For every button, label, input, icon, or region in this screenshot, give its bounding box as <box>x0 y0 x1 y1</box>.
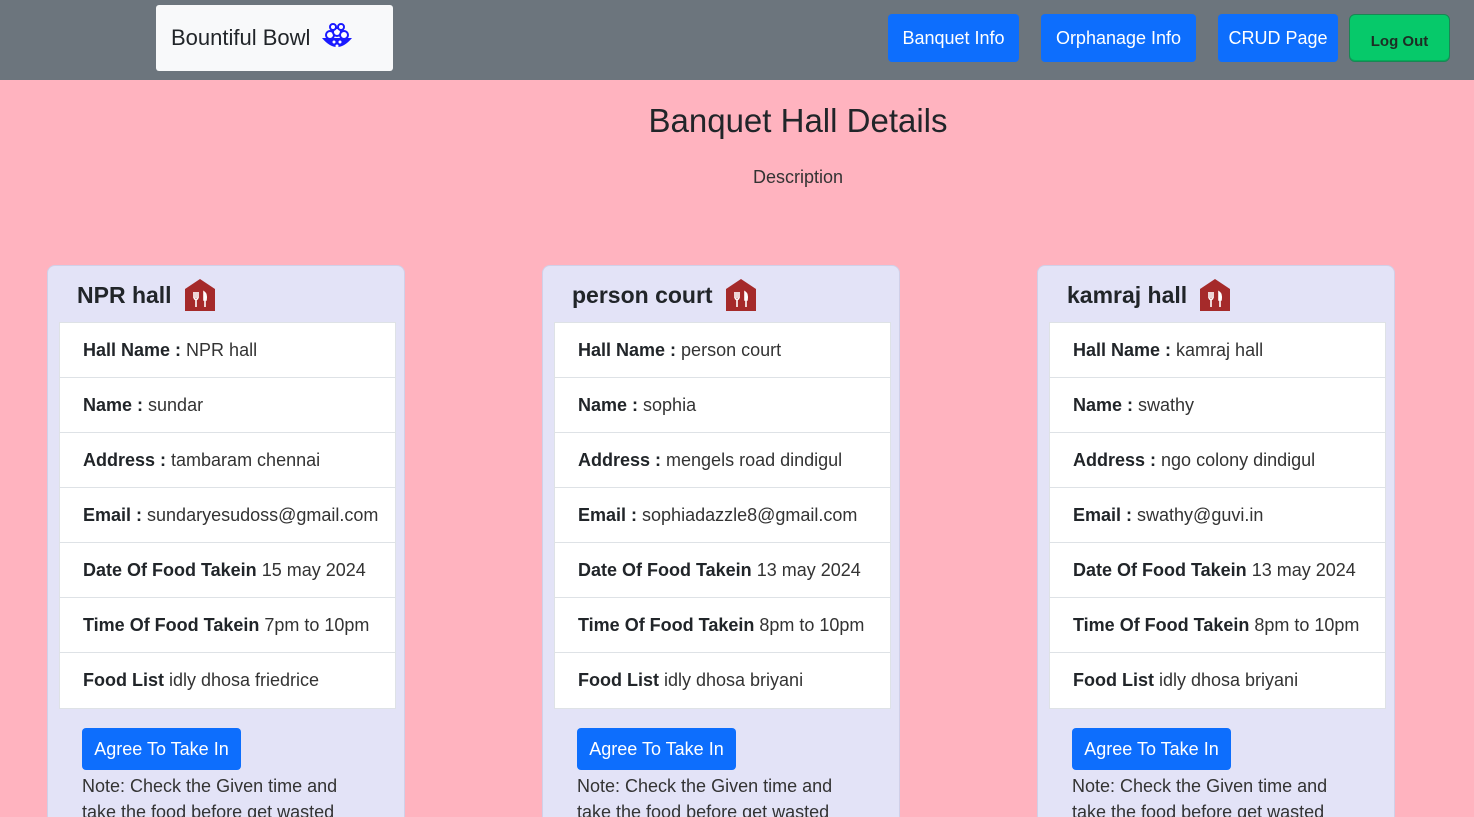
food-list-label: Food List <box>1073 670 1154 690</box>
list-item-food-list: Food List idly dhosa briyani <box>555 653 890 708</box>
banquet-hall-icon <box>184 278 216 312</box>
banquet-info-button[interactable]: Banquet Info <box>888 14 1019 62</box>
food-list-value: idly dhosa friedrice <box>168 670 320 690</box>
list-item-email: Email : sundaryesudoss@gmail.com <box>60 488 395 543</box>
email-label: Email : <box>83 504 143 525</box>
list-item-time: Time Of Food Takein 7pm to 10pm <box>60 598 395 653</box>
time-value: 8pm to 10pm <box>1254 614 1360 635</box>
date-value: 13 may 2024 <box>756 559 861 580</box>
list-item-name: Name : sundar <box>60 378 395 433</box>
address-label: Address : <box>1073 449 1157 470</box>
note-text: Note: Check the Given time and take the … <box>82 776 338 817</box>
bowl-icon <box>320 22 354 54</box>
time-value: 7pm to 10pm <box>264 614 370 635</box>
agree-to-take-in-button[interactable]: Agree To Take In <box>577 728 736 770</box>
list-item-time: Time Of Food Takein 8pm to 10pm <box>555 598 890 653</box>
name-value: swathy <box>1138 394 1195 415</box>
list-item-food-list: Food List idly dhosa friedrice <box>60 653 395 708</box>
list-item-address: Address : tambaram chennai <box>60 433 395 488</box>
list-item-address: Address : mengels road dindigul <box>555 433 890 488</box>
list-item-time: Time Of Food Takein 8pm to 10pm <box>1050 598 1385 653</box>
brand-link[interactable]: Bountiful Bowl <box>156 5 393 71</box>
date-value: 15 may 2024 <box>261 559 366 580</box>
note-text: Note: Check the Given time and take the … <box>1072 776 1328 817</box>
banquet-hall-icon <box>725 278 757 312</box>
card-header: NPR hall <box>77 276 216 314</box>
navbar: Bountiful Bowl Banquet Info Orphanage In… <box>0 0 1474 80</box>
list-item-name: Name : swathy <box>1050 378 1385 433</box>
time-value: 8pm to 10pm <box>759 614 865 635</box>
email-value: sundaryesudoss@gmail.com <box>147 504 379 525</box>
name-label: Name : <box>1073 394 1134 415</box>
food-list-value: idly dhosa briyani <box>663 670 804 690</box>
time-label: Time Of Food Takein <box>83 614 260 635</box>
address-value: mengels road dindigul <box>666 449 843 470</box>
name-label: Name : <box>578 394 639 415</box>
card-title: kamraj hall <box>1067 281 1188 308</box>
agree-to-take-in-button[interactable]: Agree To Take In <box>1072 728 1231 770</box>
hall-name-label: Hall Name : <box>83 339 182 360</box>
card-header: kamraj hall <box>1067 276 1231 314</box>
name-value: sophia <box>643 394 697 415</box>
banquet-card: person court Hall Name : person court Nam… <box>542 265 900 817</box>
card-title: person court <box>572 281 713 308</box>
list-item-address: Address : ngo colony dindigul <box>1050 433 1385 488</box>
log-out-button[interactable]: Log Out <box>1349 14 1450 62</box>
list-item-email: Email : sophiadazzle8@gmail.com <box>555 488 890 543</box>
list-item-hall-name: Hall Name : person court <box>555 323 890 378</box>
details-list: Hall Name : NPR hall Name : sundar Address… <box>59 322 396 709</box>
list-item-date: Date Of Food Takein 13 may 2024 <box>555 543 890 598</box>
hall-name-value: person court <box>681 339 782 360</box>
list-item-food-list: Food List idly dhosa briyani <box>1050 653 1385 708</box>
card-title: NPR hall <box>77 281 172 308</box>
list-item-date: Date Of Food Takein 13 may 2024 <box>1050 543 1385 598</box>
time-label: Time Of Food Takein <box>578 614 755 635</box>
email-label: Email : <box>1073 504 1133 525</box>
banquet-hall-icon <box>1199 278 1231 312</box>
crud-page-button[interactable]: CRUD Page <box>1218 14 1338 62</box>
banquet-card: NPR hall Hall Name : NPR hall Name : sunda… <box>47 265 405 817</box>
details-list: Hall Name : kamraj hall Name : swathy Addr… <box>1049 322 1386 709</box>
date-label: Date Of Food Takein <box>1073 559 1247 580</box>
food-list-value: idly dhosa briyani <box>1158 670 1299 690</box>
note-text: Note: Check the Given time and take the … <box>577 776 833 817</box>
hall-name-label: Hall Name : <box>578 339 677 360</box>
email-label: Email : <box>578 504 638 525</box>
name-value: sundar <box>148 394 204 415</box>
food-list-label: Food List <box>578 670 659 690</box>
brand-name: Bountiful Bowl <box>171 25 311 50</box>
agree-to-take-in-button[interactable]: Agree To Take In <box>82 728 241 770</box>
date-label: Date Of Food Takein <box>578 559 752 580</box>
email-value: swathy@guvi.in <box>1137 504 1264 525</box>
card-header: person court <box>572 276 757 314</box>
list-item-email: Email : swathy@guvi.in <box>1050 488 1385 543</box>
address-label: Address : <box>83 449 167 470</box>
page-description: Description <box>752 167 844 187</box>
food-list-label: Food List <box>83 670 164 690</box>
address-value: ngo colony dindigul <box>1161 449 1316 470</box>
banquet-card: kamraj hall Hall Name : kamraj hall Name … <box>1037 265 1395 817</box>
orphanage-info-button[interactable]: Orphanage Info <box>1041 14 1196 62</box>
time-label: Time Of Food Takein <box>1073 614 1250 635</box>
list-item-hall-name: Hall Name : kamraj hall <box>1050 323 1385 378</box>
date-value: 13 may 2024 <box>1251 559 1356 580</box>
date-label: Date Of Food Takein <box>83 559 257 580</box>
address-label: Address : <box>578 449 662 470</box>
list-item-hall-name: Hall Name : NPR hall <box>60 323 395 378</box>
list-item-date: Date Of Food Takein 15 may 2024 <box>60 543 395 598</box>
hall-name-label: Hall Name : <box>1073 339 1172 360</box>
hall-name-value: NPR hall <box>186 339 258 360</box>
list-item-name: Name : sophia <box>555 378 890 433</box>
name-label: Name : <box>83 394 144 415</box>
email-value: sophiadazzle8@gmail.com <box>642 504 858 525</box>
hall-name-value: kamraj hall <box>1176 339 1264 360</box>
address-value: tambaram chennai <box>171 449 321 470</box>
details-list: Hall Name : person court Name : sophia Add… <box>554 322 891 709</box>
page-title: Banquet Hall Details <box>648 102 948 139</box>
